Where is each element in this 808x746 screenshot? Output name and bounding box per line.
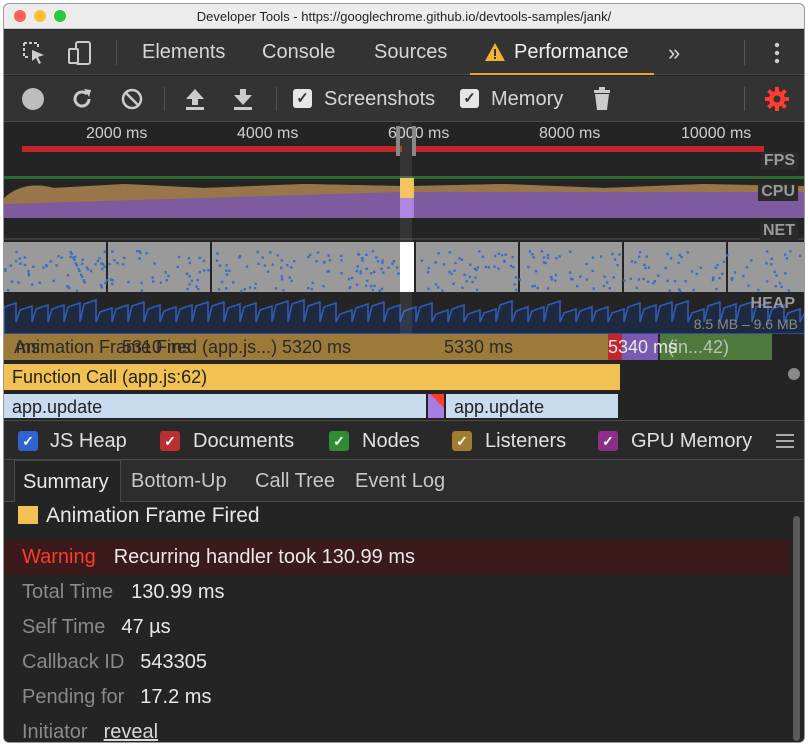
gpu-memory-label: GPU Memory <box>631 430 753 452</box>
tab-performance-label: Performance <box>514 41 629 63</box>
overview-graphs <box>4 122 804 334</box>
fps-track-label: FPS <box>760 152 798 170</box>
js-heap-checkbox[interactable]: ✓ <box>18 431 38 451</box>
panel-tab-bar: Elements Console Sources Performance » <box>4 30 804 75</box>
self-time-label: Self Time <box>22 616 106 638</box>
minimize-window-button[interactable] <box>34 10 46 22</box>
tab-sources[interactable]: Sources <box>374 30 447 75</box>
summary-title: Animation Frame Fired <box>18 504 260 528</box>
warning-icon <box>484 42 506 67</box>
flame-tick: 5310 ms <box>122 337 192 357</box>
callback-id-label: Callback ID <box>22 651 125 673</box>
tab-summary-label: Summary <box>23 471 109 493</box>
summary-panel: Animation Frame Fired Warning Recurring h… <box>4 502 804 742</box>
app-update-event[interactable]: app.update <box>446 394 618 418</box>
flame-chart[interactable]: Animation Frame Fired (app.js...) (in...… <box>4 334 804 418</box>
documents-checkbox[interactable]: ✓ <box>160 431 180 451</box>
tab-summary[interactable]: Summary <box>14 460 121 502</box>
initiator-reveal-link[interactable]: reveal <box>104 721 158 742</box>
tab-console[interactable]: Console <box>262 30 335 75</box>
more-tabs-icon[interactable]: » <box>668 30 680 75</box>
reload-record-icon[interactable] <box>70 87 94 116</box>
listeners-label: Listeners <box>485 430 567 452</box>
net-track-label: NET <box>760 222 798 240</box>
clear-icon[interactable] <box>120 87 144 116</box>
device-toolbar-icon[interactable] <box>68 40 92 71</box>
load-profile-icon[interactable] <box>184 87 206 116</box>
event-color-swatch <box>18 506 38 524</box>
callback-id-value: 543305 <box>140 651 208 673</box>
flame-tick: 5330 ms <box>444 337 514 357</box>
divider <box>164 87 165 111</box>
tab-performance[interactable]: Performance <box>470 30 654 75</box>
heap-range: 8.5 MB – 9.6 MB <box>693 316 798 332</box>
inspect-element-icon[interactable] <box>22 41 48 70</box>
flame-ruler: ms 5310 ms 5320 ms 5330 ms 5340 ms <box>4 334 804 360</box>
warning-label: Warning <box>22 546 96 568</box>
memory-counters: ✓ JS Heap ✓ Documents ✓ Nodes ✓ Listener… <box>4 420 804 460</box>
record-icon[interactable] <box>22 88 44 110</box>
warning-triangle-icon <box>430 394 444 408</box>
memory-label: Memory <box>491 88 564 110</box>
flame-tick: 5340 ms <box>608 337 678 357</box>
nodes-checkbox[interactable]: ✓ <box>329 431 349 451</box>
app-update-event[interactable]: app.update <box>4 394 426 418</box>
window-title: Developer Tools - https://googlechrome.g… <box>196 9 612 24</box>
screenshots-label: Screenshots <box>324 88 436 110</box>
performance-toolbar: ✓ Screenshots ✓ Memory <box>4 76 804 122</box>
timeline-overview[interactable]: 2000 ms 4000 ms 6000 ms 8000 ms 10000 ms <box>4 122 804 334</box>
divider <box>744 40 745 65</box>
initiator-row: Initiator reveal <box>4 715 790 743</box>
summary-title-text: Animation Frame Fired <box>46 504 260 527</box>
total-time-label: Total Time <box>22 581 114 603</box>
pending-value: 17.2 ms <box>140 686 212 708</box>
flame-tick: 5320 ms <box>282 337 352 357</box>
capture-settings-icon[interactable] <box>764 86 790 117</box>
cpu-track-label: CPU <box>758 183 798 201</box>
warning-row: Warning Recurring handler took 130.99 ms <box>4 540 790 575</box>
save-profile-icon[interactable] <box>232 87 254 116</box>
tab-call-tree[interactable]: Call Tree <box>255 460 335 502</box>
listeners-checkbox[interactable]: ✓ <box>452 431 472 451</box>
divider <box>744 87 745 111</box>
callback-id-row: Callback ID 543305 <box>4 645 790 680</box>
total-time-row: Total Time 130.99 ms <box>4 575 790 610</box>
pending-row: Pending for 17.2 ms <box>4 680 790 715</box>
documents-label: Documents <box>193 430 295 452</box>
nodes-label: Nodes <box>362 430 420 452</box>
devtools-window: Developer Tools - https://googlechrome.g… <box>3 3 805 743</box>
heap-track-label: HEAP <box>750 295 795 312</box>
close-window-button[interactable] <box>14 10 26 22</box>
pending-label: Pending for <box>22 686 125 708</box>
tab-elements[interactable]: Elements <box>142 30 225 75</box>
divider <box>276 87 277 111</box>
js-heap-label: JS Heap <box>50 430 127 452</box>
details-tab-bar: Summary Bottom-Up Call Tree Event Log <box>4 460 804 502</box>
scroll-indicator[interactable] <box>788 368 800 380</box>
more-options-icon[interactable] <box>774 42 780 69</box>
tab-event-log[interactable]: Event Log <box>355 460 445 502</box>
function-call-event[interactable]: Function Call (app.js:62) <box>4 364 620 390</box>
self-time-value: 47 µs <box>121 616 171 638</box>
flame-tick: ms <box>16 337 40 357</box>
title-bar: Developer Tools - https://googlechrome.g… <box>4 4 804 29</box>
screenshots-checkbox[interactable]: ✓ <box>293 89 312 108</box>
summary-scrollbar[interactable] <box>793 516 800 741</box>
tab-bottom-up[interactable]: Bottom-Up <box>131 460 227 502</box>
collect-garbage-icon[interactable] <box>592 87 612 116</box>
menu-icon[interactable] <box>776 434 794 453</box>
divider <box>116 40 117 65</box>
memory-checkbox[interactable]: ✓ <box>460 89 479 108</box>
warning-text: Recurring handler took 130.99 ms <box>113 546 416 568</box>
total-time-value: 130.99 ms <box>131 581 225 603</box>
self-time-row: Self Time 47 µs <box>4 610 790 645</box>
initiator-label: Initiator <box>22 721 88 743</box>
gpu-memory-checkbox[interactable]: ✓ <box>598 431 618 451</box>
zoom-window-button[interactable] <box>54 10 66 22</box>
